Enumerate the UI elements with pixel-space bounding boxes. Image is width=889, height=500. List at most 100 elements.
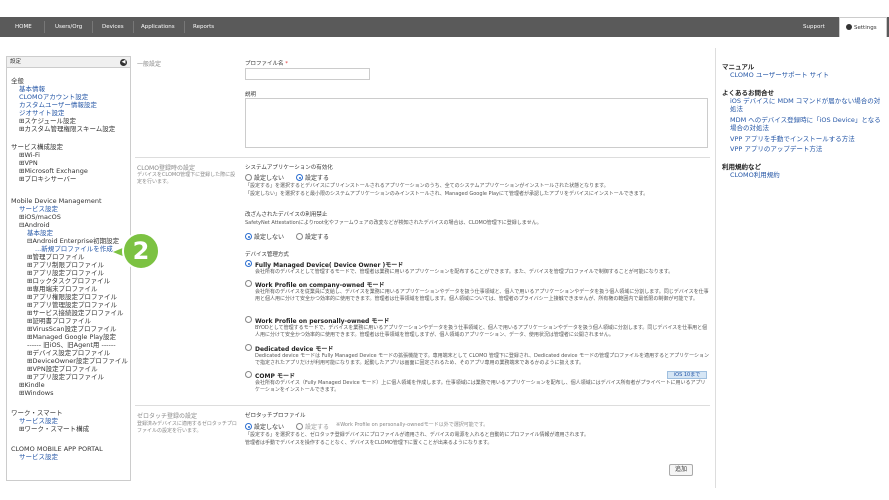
sidebar-item[interactable]: 基本情報	[19, 85, 45, 93]
support-site-link[interactable]: CLOMO ユーザーサポート サイト	[730, 71, 829, 80]
sidebar-item[interactable]: Mobile Device Management	[11, 197, 102, 205]
nav-separator	[44, 21, 45, 33]
zero-touch-radio-off[interactable]: 設定しない	[245, 422, 284, 431]
description-label: 説明	[245, 92, 257, 98]
sidebar-item[interactable]: ⊞証明書プロファイル	[27, 317, 91, 325]
zero-touch-note-1: 「設定する」を選択すると、ゼロタッチ登録デバイスにプロファイルが適用され、デバイ…	[245, 432, 590, 438]
sidebar-item[interactable]: ⊟Android Enterprise初期設定	[27, 237, 119, 245]
sidebar-item[interactable]: ⊞アプリ設定プロファイル	[27, 269, 104, 277]
profile-name-input[interactable]	[245, 68, 370, 80]
add-button[interactable]: 追加	[669, 464, 693, 476]
sidebar-item[interactable]: カスタムユーザー情報設定	[19, 101, 97, 109]
sidebar-item[interactable]: サービス構成設定	[11, 143, 63, 151]
radio-icon	[245, 280, 252, 287]
nav-reports[interactable]: Reports	[193, 17, 214, 37]
sidebar-item[interactable]: ⊞DeviceOwner設定プロファイル	[27, 357, 128, 365]
faq-link[interactable]: iOS デバイスに MDM コマンドが届かない場合の対	[730, 97, 880, 106]
zero-touch-section-desc: 登録済みデバイスに適用するゼロタッチプロファイルの設定を行います。	[137, 421, 237, 434]
sidebar-item[interactable]: サービス設定	[19, 453, 58, 461]
sidebar-item[interactable]: ⊞スケジュール設定	[19, 117, 76, 125]
sidebar-item[interactable]: ⊞アプリ制限プロファイル	[27, 261, 104, 269]
nav-home[interactable]: HOME	[15, 17, 32, 37]
sidebar-item[interactable]: ⊞カスタム管理権限スキーム設定	[19, 125, 115, 133]
clomo-reg-section-desc: デバイスをCLOMO管理下に登録した際に設定を行います。	[137, 172, 236, 185]
sidebar-item[interactable]: ワーク・スマート	[11, 409, 63, 417]
mgmt-option-title: Fully Managed Device( Device Owner )モード	[255, 262, 404, 269]
mgmt-option-title: COMP モード	[255, 373, 295, 380]
sidebar-item[interactable]: CLOMOアカウント設定	[19, 93, 88, 101]
gear-icon	[846, 24, 852, 30]
sys-app-radio-off[interactable]: 設定しない	[245, 173, 284, 182]
sidebar-item[interactable]: ⊞Microsoft Exchange	[19, 167, 88, 175]
radio-selected-icon	[296, 174, 303, 181]
chevron-left-icon[interactable]: ◀	[120, 59, 127, 66]
radio-icon	[245, 316, 252, 323]
sidebar-item[interactable]: ⊞VPN設定プロファイル	[27, 365, 98, 373]
tampered-radio-on[interactable]: 設定する	[296, 232, 329, 241]
sidebar-item[interactable]: ------ 旧iOS、旧Agent用 ------	[27, 341, 116, 349]
sidebar-item[interactable]: CLOMO MOBILE APP PORTAL	[11, 445, 103, 453]
zero-touch-label: ゼロタッチプロファイル	[245, 413, 306, 419]
nav-devices[interactable]: Devices	[102, 17, 124, 37]
divider	[135, 157, 710, 158]
profile-name-label: プロファイル名 *	[245, 61, 289, 67]
radio-selected-icon	[245, 260, 252, 267]
sidebar-item[interactable]: ⊞Windows	[19, 389, 53, 397]
sidebar-item[interactable]: ⊞プロキシサーバー	[19, 175, 76, 183]
sidebar-item[interactable]: 全般	[11, 77, 24, 85]
sidebar-item[interactable]: 基本設定	[27, 229, 53, 237]
nav-applications[interactable]: Applications	[141, 17, 175, 37]
top-nav: HOME Users/Org Devices Applications Repo…	[0, 17, 889, 37]
sidebar-item[interactable]: ⊞管理プロファイル	[27, 253, 84, 261]
os-version-badge: iOS 10まで	[667, 371, 707, 379]
sidebar-item[interactable]: ⊟Android	[19, 221, 50, 229]
radio-icon	[245, 344, 252, 351]
nav-settings[interactable]: Settings	[839, 17, 887, 37]
mgmt-radio-fully-managed[interactable]	[245, 260, 254, 268]
mgmt-radio-dedicated[interactable]	[245, 344, 254, 352]
sidebar-item[interactable]: ⊞Kindle	[19, 381, 45, 389]
sidebar-item[interactable]: ⊞アプリ設定プロファイル	[27, 373, 104, 381]
faq-link[interactable]: VPP アプリのアップデート方法	[730, 145, 822, 154]
terms-link[interactable]: CLOMO利用規約	[730, 171, 780, 180]
mgmt-option-desc: 会社所有のデバイスとして管理するモードで、管理者は業務に用いるアプリケーションを…	[255, 269, 674, 275]
sidebar-item[interactable]: ⊞Wi-Fi	[19, 151, 40, 159]
faq-link[interactable]: 場合の対処法	[730, 124, 769, 133]
nav-separator	[133, 21, 134, 33]
sidebar-item[interactable]: ⊞ワーク・スマート構成	[19, 425, 89, 433]
sys-app-radio-on[interactable]: 設定する	[296, 173, 329, 182]
radio-selected-icon	[245, 423, 252, 430]
sidebar-item[interactable]: ⊞Managed Google Play設定	[27, 333, 116, 341]
nav-separator	[184, 21, 185, 33]
nav-support[interactable]: Support	[803, 17, 825, 37]
description-textarea[interactable]	[245, 98, 708, 148]
zero-touch-inline-note: ※Work Profile on personally-ownedモード以外で選…	[336, 422, 489, 428]
mgmt-radio-wp-personal[interactable]	[245, 316, 254, 324]
sidebar-item[interactable]: ⊞VPN	[19, 159, 38, 167]
mgmt-method-label: デバイス管理方式	[245, 252, 289, 258]
sidebar-item[interactable]: ⊞アプリ権限設定プロファイル	[27, 293, 117, 301]
sidebar-item[interactable]: ⊞サービス接続設定プロファイル	[27, 309, 123, 317]
mgmt-option-title: Work Profile on personally-owned モード	[255, 318, 390, 325]
mgmt-radio-wp-company[interactable]	[245, 280, 254, 288]
sidebar-item[interactable]: ⊞iOS/macOS	[19, 213, 61, 221]
mgmt-radio-comp[interactable]	[245, 371, 254, 379]
faq-link[interactable]: VPP アプリを手動でインストールする方法	[730, 135, 855, 144]
sidebar-item[interactable]: サービス設定	[19, 417, 58, 425]
zero-touch-note-2: 管理者は手動でデバイスを操作することなく、デバイスをCLOMO管理下に置くことが…	[245, 440, 493, 446]
sidebar-item[interactable]: ...新規プロファイルを作成	[35, 245, 113, 253]
divider	[135, 405, 710, 406]
nav-users-org[interactable]: Users/Org	[55, 17, 82, 37]
tampered-radio-off[interactable]: 設定しない	[245, 232, 284, 241]
zero-touch-radio-on[interactable]: 設定する	[296, 422, 329, 431]
sidebar-item[interactable]: ⊞アプリ管理設定プロファイル	[27, 301, 117, 309]
sidebar-item[interactable]: ⊞VirusScan設定プロファイル	[27, 325, 117, 333]
sidebar-item[interactable]: ⊞デバイス設定プロファイル	[27, 349, 110, 357]
faq-link[interactable]: 処法	[730, 105, 743, 114]
sidebar-item[interactable]: ジオサイト設定	[19, 109, 65, 117]
sidebar-item[interactable]: サービス設定	[19, 205, 58, 213]
sidebar-item[interactable]: ⊞専用端末プロファイル	[27, 285, 97, 293]
sidebar-title: 設定	[10, 59, 22, 65]
zero-touch-section-title: ゼロタッチ登録の設定	[137, 413, 198, 420]
sidebar-item[interactable]: ⊞ロックタスクプロファイル	[27, 277, 110, 285]
